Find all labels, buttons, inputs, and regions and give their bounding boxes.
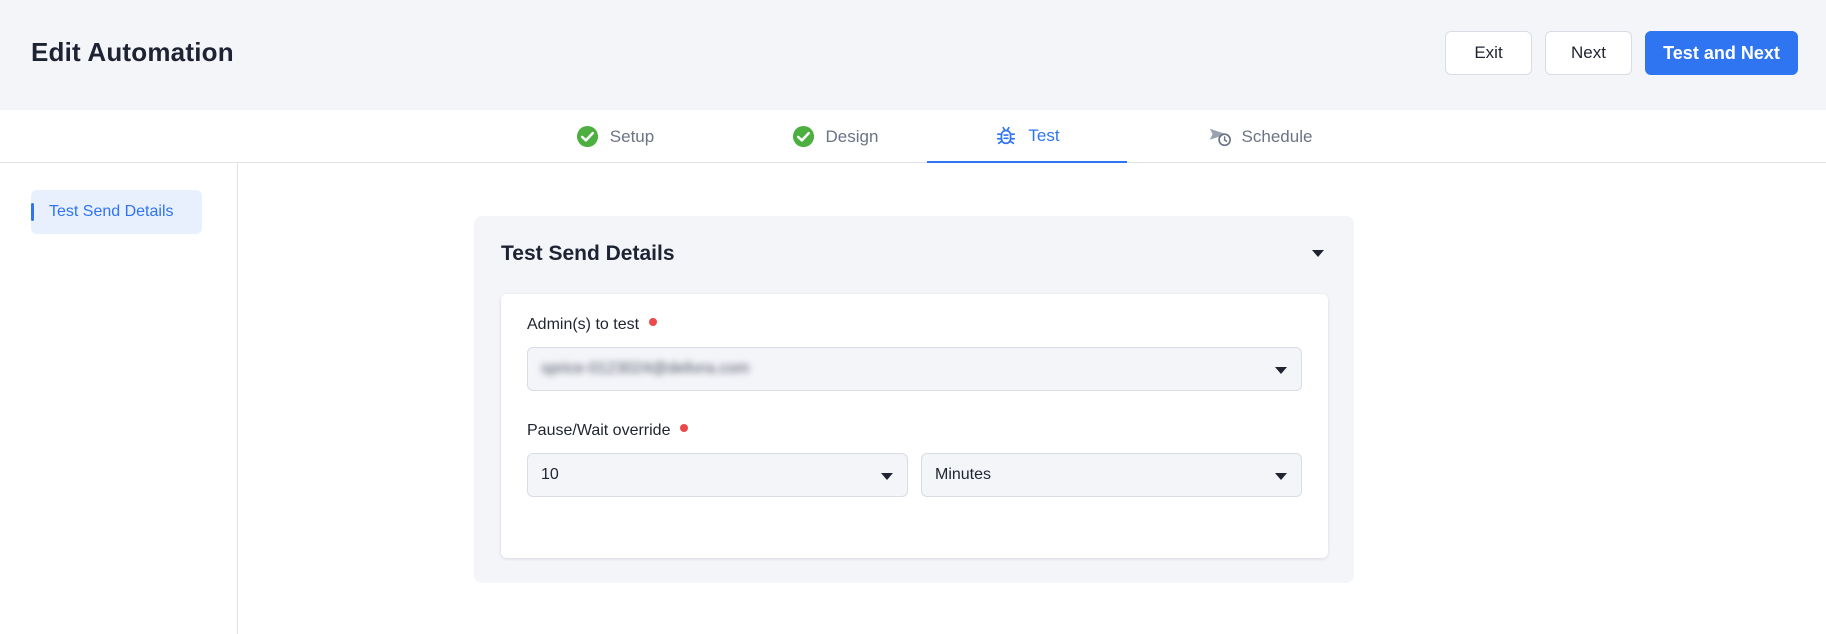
pause-unit-value: Minutes [935,466,992,483]
tab-label: Schedule [1241,126,1313,146]
pause-label-text: Pause/Wait override [527,422,671,439]
step-tabs: Setup Design Test Schedule [0,110,1826,163]
admins-field-label: Admin(s) to test [527,316,658,334]
collapse-caret-icon[interactable] [1312,250,1324,257]
pause-field-label: Pause/Wait override [527,422,689,440]
tab-design[interactable]: Design [740,110,930,163]
required-indicator [649,318,658,326]
test-and-next-button[interactable]: Test and Next [1645,31,1798,75]
required-indicator [680,424,689,432]
pause-amount-value: 10 [541,466,559,483]
sidebar: Test Send Details [0,163,238,634]
tab-label: Setup [609,126,655,146]
pause-amount-select[interactable]: 10 [527,453,908,497]
next-button[interactable]: Next [1545,31,1632,75]
test-send-details-panel: Test Send Details Admin(s) to test spric… [474,216,1354,583]
tab-setup[interactable]: Setup [520,110,710,163]
admins-select[interactable]: sprice-0123024@delivra.com [527,347,1302,391]
admins-label-text: Admin(s) to test [527,316,640,333]
header-bar: Edit Automation Exit Next Test and Next [0,0,1826,110]
admins-select-value: sprice-0123024@delivra.com [541,360,750,377]
exit-button[interactable]: Exit [1445,31,1532,75]
tab-label: Test [1028,125,1060,145]
check-circle-icon [576,125,600,149]
bug-icon [994,124,1018,148]
page-title: Edit Automation [31,37,234,67]
pause-unit-select[interactable]: Minutes [921,453,1302,497]
chevron-down-icon [881,473,893,480]
send-clock-icon [1208,125,1232,149]
chevron-down-icon [1275,473,1287,480]
tab-schedule[interactable]: Schedule [1160,110,1360,163]
chevron-down-icon [1275,367,1287,374]
check-circle-icon [792,125,816,149]
form-card: Admin(s) to test sprice-0123024@delivra.… [501,294,1328,558]
tab-test[interactable]: Test [927,110,1127,163]
panel-title: Test Send Details [501,242,675,265]
tab-label: Design [825,126,879,146]
sidebar-item-test-send-details[interactable]: Test Send Details [31,190,202,234]
